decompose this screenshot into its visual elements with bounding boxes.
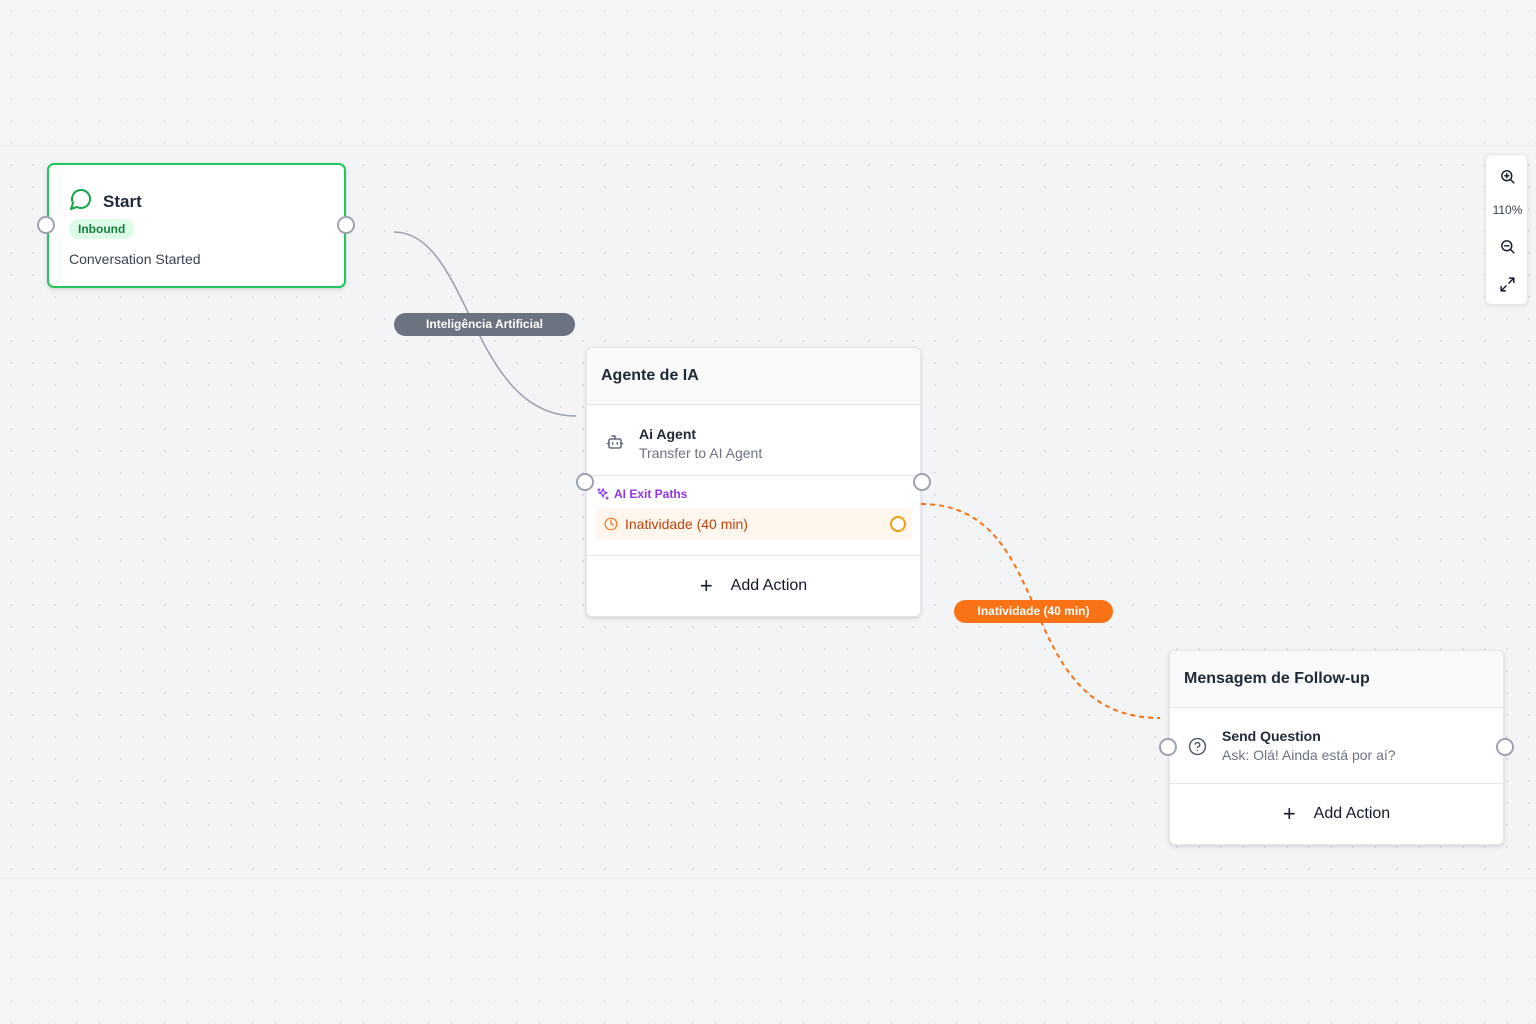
exit-path-output-handle[interactable] xyxy=(890,516,906,532)
agent-action-row[interactable]: Ai Agent Transfer to AI Agent xyxy=(587,405,920,476)
plus-icon: + xyxy=(699,573,713,598)
start-node-title: Start xyxy=(103,191,142,211)
ai-exit-paths-label: AI Exit Paths xyxy=(596,487,687,501)
followup-action-row[interactable]: Send Question Ask: Olá! Ainda está por a… xyxy=(1170,708,1503,784)
zoom-controls: 110% xyxy=(1485,154,1528,305)
ai-exit-paths-section: AI Exit Paths Inatividade (40 min) xyxy=(587,476,920,556)
zoom-in-icon xyxy=(1501,169,1515,184)
start-node-header: Start xyxy=(69,187,142,216)
agent-add-action-button[interactable]: + Add Action xyxy=(587,556,920,616)
agent-node[interactable]: Agente de IA Ai Agent Transfer to AI Age… xyxy=(586,347,921,617)
exit-path-label: Inatividade (40 min) xyxy=(625,516,748,532)
add-action-label: Add Action xyxy=(730,577,808,594)
start-input-handle[interactable] xyxy=(37,216,55,234)
followup-node[interactable]: Mensagem de Follow-up Send Question Ask:… xyxy=(1169,650,1504,845)
clock-icon xyxy=(604,517,618,531)
zoom-out-icon xyxy=(1501,239,1515,254)
plus-icon: + xyxy=(1282,801,1296,826)
sparkles-icon xyxy=(597,488,609,500)
followup-add-action-button[interactable]: + Add Action xyxy=(1170,784,1503,844)
agent-node-header: Agente de IA xyxy=(587,348,920,405)
agent-action-subtitle: Transfer to AI Agent xyxy=(639,445,763,461)
fit-view-button[interactable] xyxy=(1486,269,1529,299)
start-node[interactable]: Start Inbound Conversation Started xyxy=(47,163,346,288)
inbound-badge: Inbound xyxy=(69,219,135,239)
zoom-out-button[interactable] xyxy=(1486,231,1529,261)
question-circle-icon xyxy=(1188,737,1207,756)
followup-action-subtitle: Ask: Olá! Ainda está por aí? xyxy=(1222,747,1396,763)
zoom-level: 110% xyxy=(1492,203,1523,217)
ai-exit-paths-text: AI Exit Paths xyxy=(614,487,688,501)
add-action-label: Add Action xyxy=(1313,805,1391,822)
agent-action-title: Ai Agent xyxy=(639,426,697,442)
start-output-handle[interactable] xyxy=(337,216,355,234)
edge-label-ia[interactable]: Inteligência Artificial xyxy=(394,313,575,336)
start-node-description: Conversation Started xyxy=(69,251,201,267)
edge-label-inactivity[interactable]: Inatividade (40 min) xyxy=(954,600,1113,623)
robot-icon xyxy=(606,433,624,451)
agent-output-handle[interactable] xyxy=(913,473,931,491)
flow-canvas[interactable]: Inteligência Artificial Inatividade (40 … xyxy=(0,0,1536,1024)
followup-node-header: Mensagem de Follow-up xyxy=(1170,651,1503,708)
followup-output-handle[interactable] xyxy=(1496,738,1514,756)
followup-action-title: Send Question xyxy=(1222,728,1321,744)
chat-bubble-icon xyxy=(69,187,93,216)
followup-input-handle[interactable] xyxy=(1159,738,1177,756)
exit-path-inactivity[interactable]: Inatividade (40 min) xyxy=(596,508,912,540)
zoom-in-button[interactable] xyxy=(1486,161,1529,191)
agent-input-handle[interactable] xyxy=(576,473,594,491)
expand-icon xyxy=(1500,276,1515,292)
